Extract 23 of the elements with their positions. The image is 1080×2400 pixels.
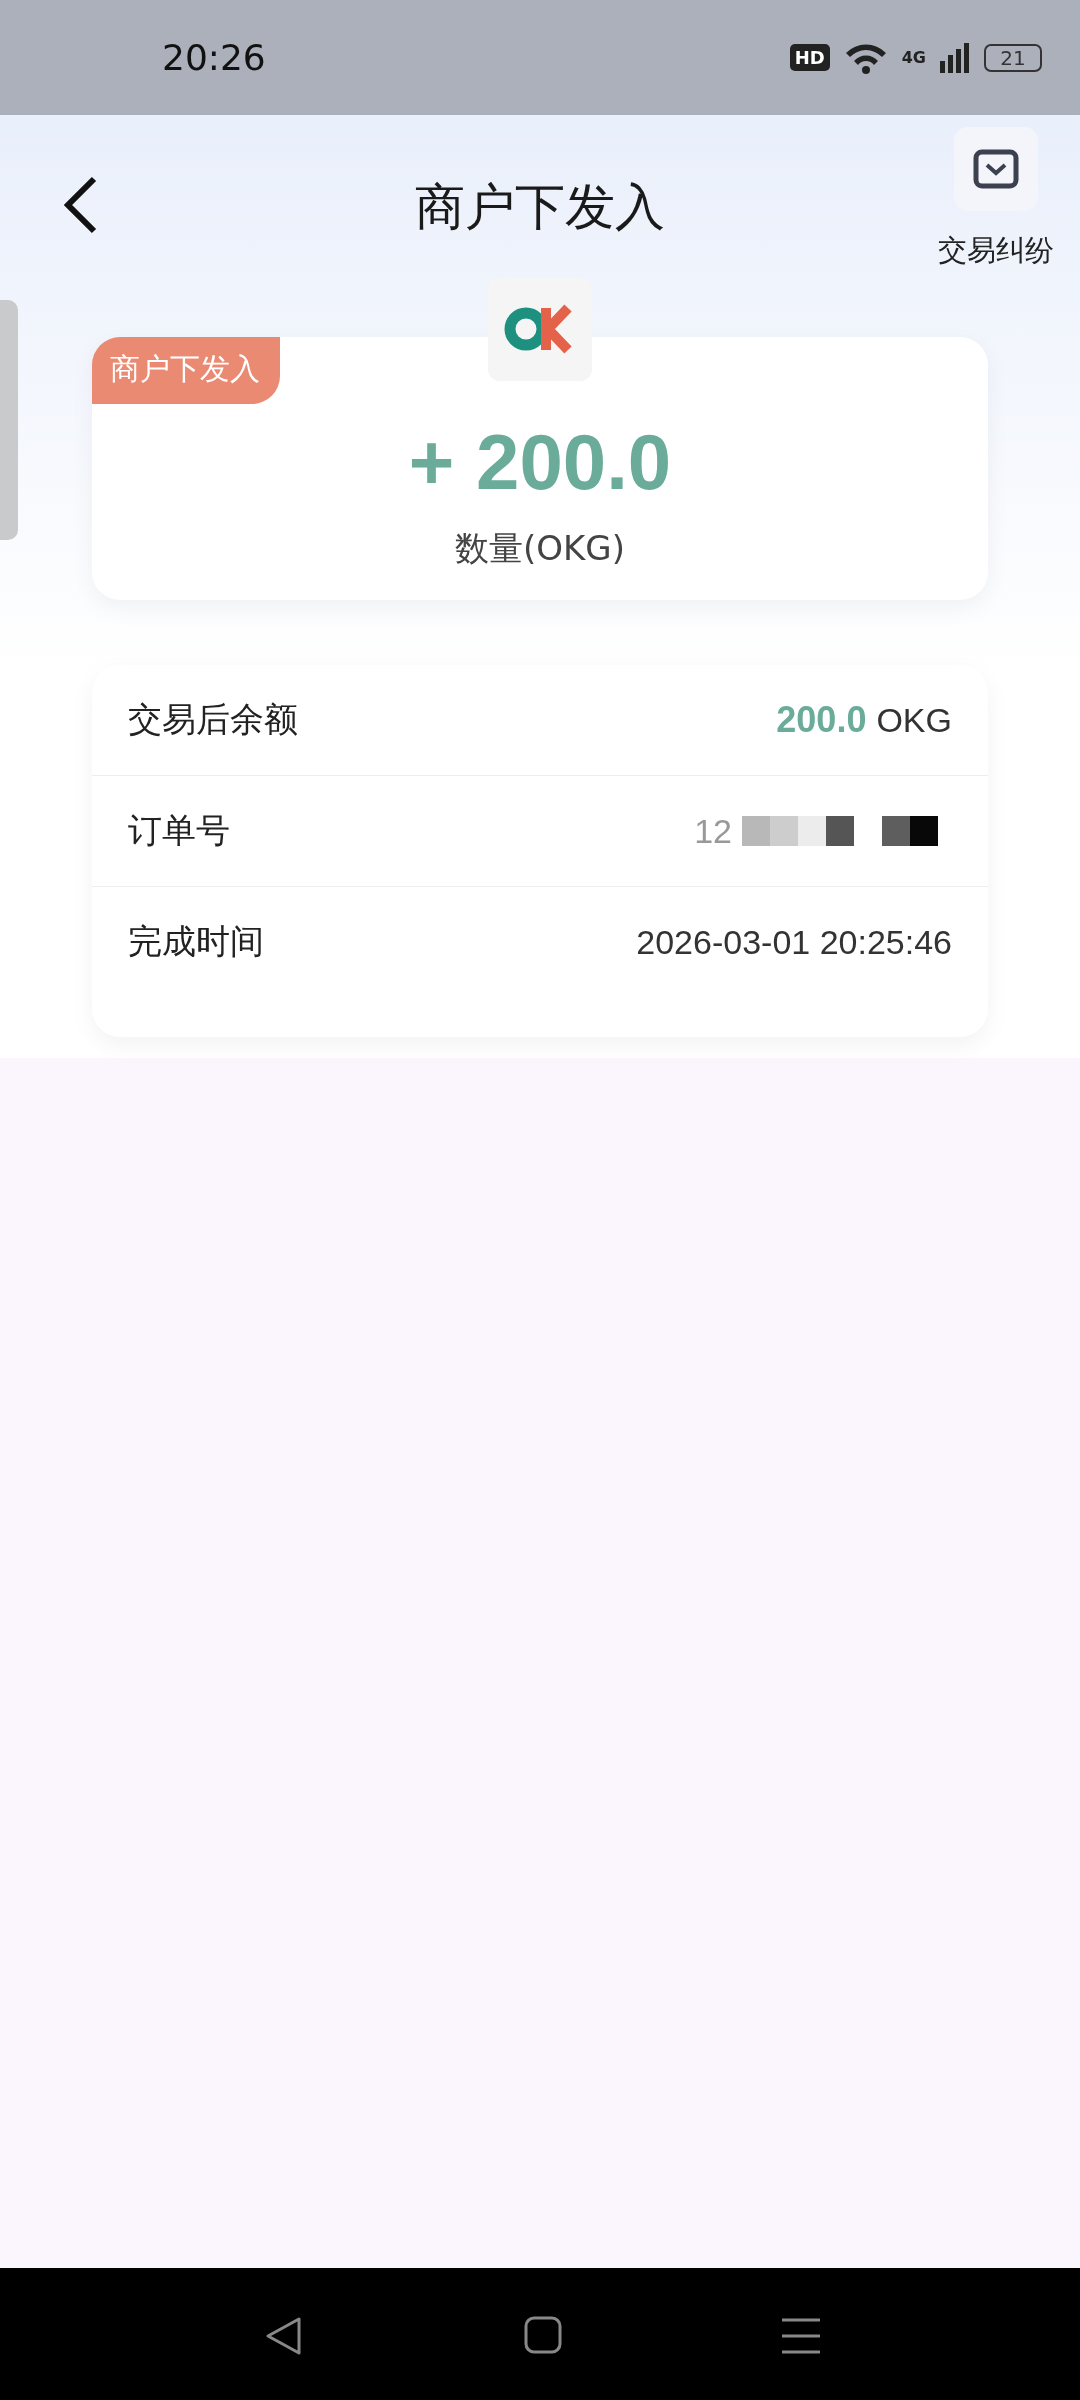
status-time: 20:26 — [162, 37, 267, 78]
type-tag: 商户下发入 — [92, 337, 280, 404]
back-icon — [62, 175, 98, 235]
page-title: 商户下发入 — [415, 177, 665, 238]
back-nav-button[interactable] — [265, 2316, 303, 2356]
hd-badge: HD — [789, 44, 830, 71]
dropdown-box-icon — [973, 149, 1019, 189]
detail-label: 完成时间 — [128, 920, 264, 963]
detail-label: 订单号 — [128, 809, 230, 852]
signal-icon — [940, 42, 970, 73]
dispute-button[interactable]: 交易纠纷 — [938, 127, 1054, 271]
network-type: 4G — [901, 48, 926, 67]
balance-value: 200.0 — [776, 699, 867, 741]
menu-nav-button[interactable] — [782, 2318, 820, 2354]
side-handle[interactable] — [0, 300, 18, 540]
unit-label: 数量(OKG) — [455, 527, 625, 570]
amount-text: + 200.0 — [408, 417, 672, 508]
time-value: 2026-03-01 20:25:46 — [636, 922, 952, 962]
home-nav-button[interactable] — [524, 2316, 562, 2354]
unit-text: OKG — [876, 700, 952, 740]
detail-label: 交易后余额 — [128, 698, 298, 741]
battery-indicator: 21 — [984, 43, 1042, 72]
order-number: 12 — [694, 811, 732, 851]
